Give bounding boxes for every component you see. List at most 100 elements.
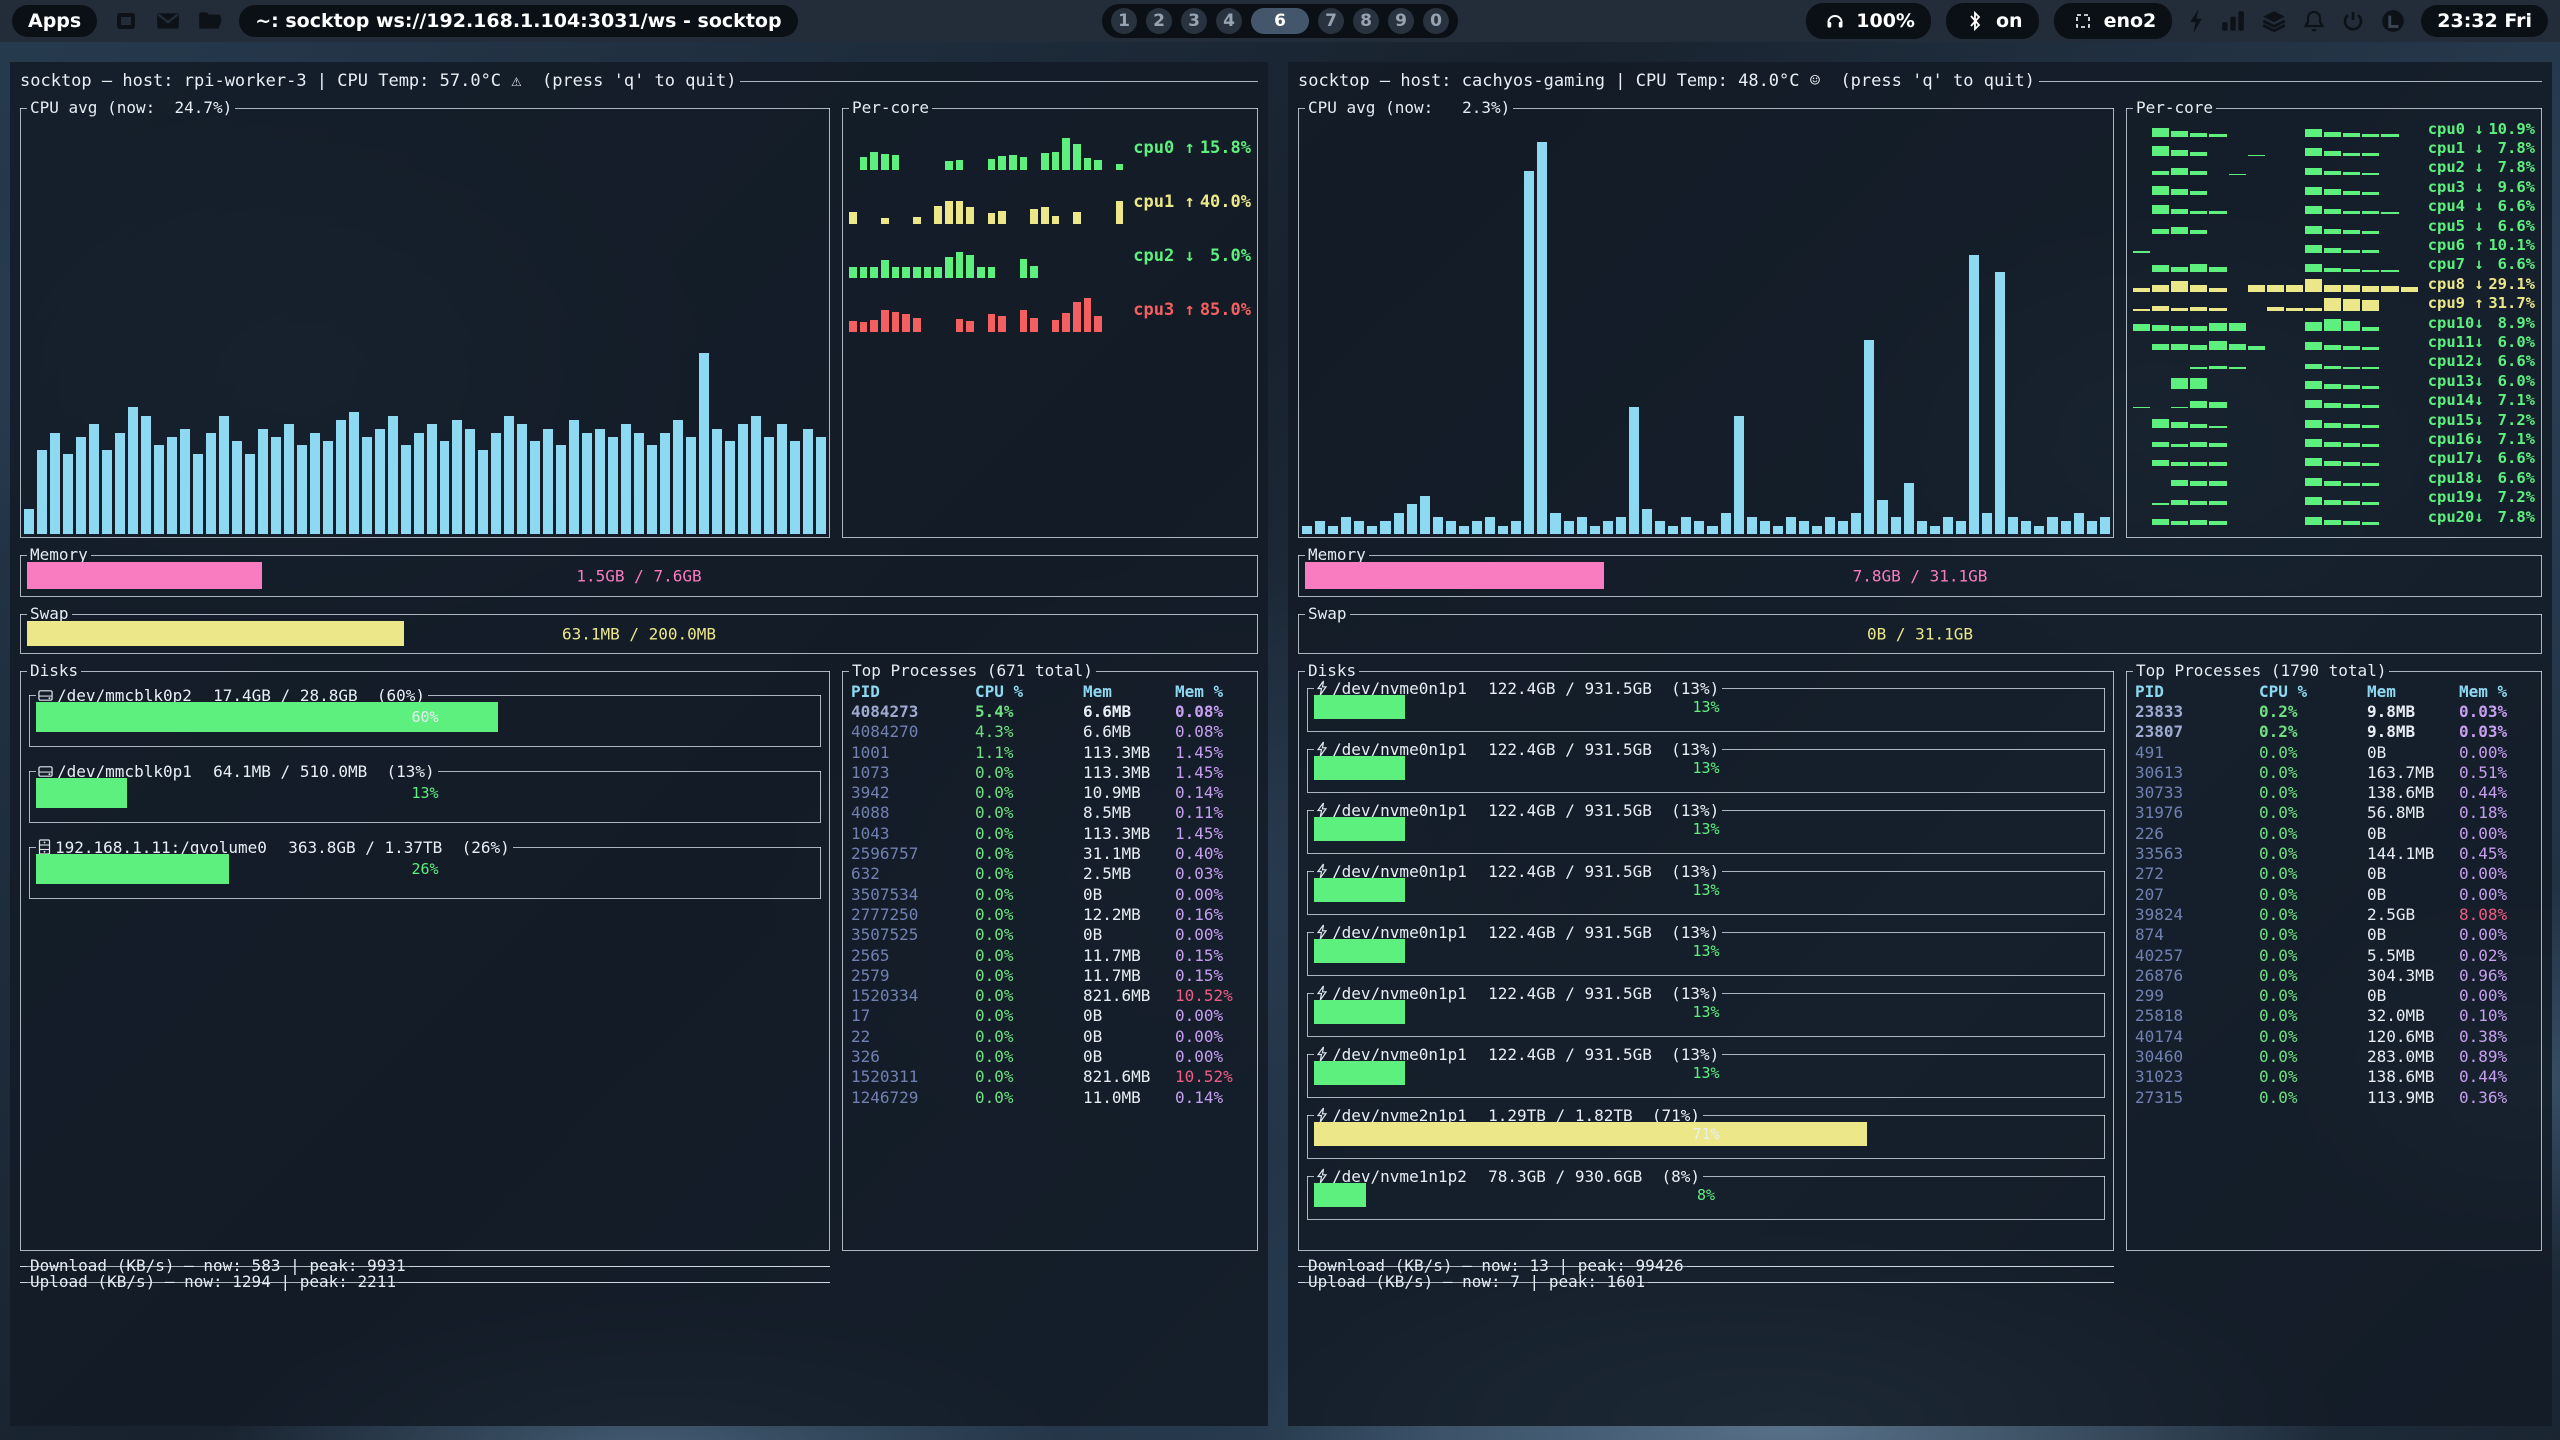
rule — [438, 771, 821, 772]
core-spark-bar — [2133, 251, 2150, 253]
terminal-window-cachyos-gaming[interactable]: socktop — host: cachyos-gaming | CPU Tem… — [1288, 62, 2552, 1426]
bolt-icon — [1314, 1168, 1332, 1184]
process-cell: 0.36% — [2459, 1088, 2535, 1107]
process-cell: 272 — [2135, 864, 2259, 883]
process-cell: 30733 — [2135, 783, 2259, 802]
core-spark-bar — [988, 159, 996, 170]
chart-bar — [608, 437, 618, 534]
process-cell: 1.1% — [975, 743, 1083, 762]
layers-icon[interactable] — [2261, 8, 2287, 34]
power-icon[interactable] — [2341, 9, 2365, 33]
core-spark-bar — [2171, 378, 2188, 388]
network-pill[interactable]: eno2 — [2054, 3, 2173, 39]
process-row: 268760.0%304.3MB0.96% — [2135, 965, 2535, 985]
terminal-window-rpi-worker-3[interactable]: socktop — host: rpi-worker-3 | CPU Temp:… — [10, 62, 1268, 1426]
chart-bar — [1694, 521, 1704, 534]
core-sparkline — [849, 288, 1123, 332]
process-cell: 0.0% — [975, 844, 1083, 863]
core-arrow-icon: ↓ — [2474, 333, 2483, 351]
chart-bar — [258, 429, 268, 535]
terminal-title-pill[interactable]: ~: socktop ws://192.168.1.104:3031/ws - … — [239, 5, 797, 37]
core-spark-bar — [2152, 325, 2169, 331]
chart-bar — [180, 429, 190, 535]
core-spark-bar — [2305, 148, 2322, 156]
clock-pill[interactable]: 23:32 Fri — [2421, 5, 2548, 37]
core-spark-bar — [902, 314, 910, 332]
disks-panel: Disks /dev/nvme0n1p1 122.4GB / 931.5GB (… — [1298, 671, 2114, 1251]
process-cell: 0.0% — [2259, 783, 2367, 802]
core-name: cpu11 — [2428, 333, 2475, 351]
core-spark-bar — [2171, 189, 2188, 195]
bolt-icon[interactable] — [2187, 8, 2205, 34]
core-percent: 6.6% — [2484, 449, 2535, 467]
workspace-8[interactable]: 8 — [1353, 8, 1379, 34]
core-spark-bar — [956, 201, 964, 224]
workspace-9[interactable]: 9 — [1388, 8, 1414, 34]
core-spark-bar — [2286, 308, 2303, 311]
core-name: cpu0 — [2428, 120, 2475, 138]
core-spark-bar — [2152, 419, 2169, 427]
core-spark-bar — [913, 318, 921, 332]
workspace-1[interactable]: 1 — [1111, 8, 1137, 34]
process-cell: 0.0% — [975, 763, 1083, 782]
rule — [1722, 1054, 2105, 1055]
disk-entry-header: /dev/nvme0n1p1 122.4GB / 931.5GB (13%) — [1307, 984, 2105, 1002]
workspace-3[interactable]: 3 — [1181, 8, 1207, 34]
chart-bar — [530, 441, 540, 534]
process-cell: 8.08% — [2459, 905, 2535, 924]
core-row: cpu6↑10.1% — [2133, 235, 2535, 254]
core-arrow-icon: ↓ — [2474, 488, 2483, 506]
core-spark-bar — [934, 267, 942, 278]
process-cell: 0B — [2367, 885, 2459, 904]
layout-icon[interactable] — [2380, 8, 2406, 34]
core-name: cpu15 — [2428, 411, 2475, 429]
core-label: cpu14↓7.1% — [2428, 391, 2535, 409]
process-cell: 0B — [2367, 986, 2459, 1005]
process-cell: 144.1MB — [2367, 844, 2459, 863]
disk-percent-label: 13% — [1308, 820, 2104, 838]
rule — [1722, 993, 2105, 994]
mail-icon[interactable] — [155, 8, 181, 34]
core-spark-bar — [2362, 173, 2379, 176]
process-cell: 0B — [2367, 864, 2459, 883]
workspace-6[interactable]: 6 — [1251, 8, 1309, 34]
chart-bar — [1407, 504, 1417, 534]
folder-icon[interactable] — [197, 8, 223, 34]
workspace-7[interactable]: 7 — [1318, 8, 1344, 34]
bell-icon[interactable] — [2302, 8, 2326, 34]
process-cell: 0.0% — [975, 803, 1083, 822]
workspace-2[interactable]: 2 — [1146, 8, 1172, 34]
core-sparkline — [2133, 237, 2418, 253]
core-row: cpu7↓6.6% — [2133, 255, 2535, 274]
process-cell: 632 — [851, 864, 975, 883]
core-spark-bar — [2324, 461, 2341, 467]
process-cell: 0.0% — [2259, 844, 2367, 863]
apps-button[interactable]: Apps — [12, 5, 97, 37]
bluetooth-pill[interactable]: on — [1946, 3, 2039, 39]
volume-pill[interactable]: 100% — [1806, 3, 1931, 39]
terminal-title: ~: socktop ws://192.168.1.104:3031/ws - … — [255, 10, 781, 32]
workspace-4[interactable]: 4 — [1216, 8, 1242, 34]
core-spark-bar — [870, 152, 878, 170]
disk-entry-header: /dev/nvme0n1p1 122.4GB / 931.5GB (13%) — [1307, 862, 2105, 880]
signal-bars-icon[interactable] — [2220, 9, 2246, 33]
process-cell: 0B — [2367, 824, 2459, 843]
download-panel: Download (KB/s) — now: 13 | peak: 99426 — [1298, 1266, 2114, 1267]
chart-bar — [336, 420, 346, 534]
core-spark-bar — [2305, 497, 2322, 505]
chart-bar — [1917, 521, 1927, 534]
memory-panel: Memory 7.8GB / 31.1GB — [1298, 555, 2542, 597]
core-spark-bar — [2343, 133, 2360, 137]
rule — [29, 771, 36, 772]
chart-bar — [427, 424, 437, 534]
core-spark-bar — [934, 206, 942, 224]
process-cell: 4088 — [851, 803, 975, 822]
rule — [1722, 871, 2105, 872]
window-icon[interactable] — [113, 8, 139, 34]
workspace-0[interactable]: 0 — [1423, 8, 1449, 34]
core-spark-bar — [2209, 501, 2226, 505]
core-spark-bar — [977, 267, 985, 278]
core-spark-bar — [2229, 174, 2246, 176]
disk-entry: /dev/mmcblk0p2 17.4GB / 28.8GB (60%)60% — [29, 695, 821, 747]
rule — [1703, 1115, 2105, 1116]
